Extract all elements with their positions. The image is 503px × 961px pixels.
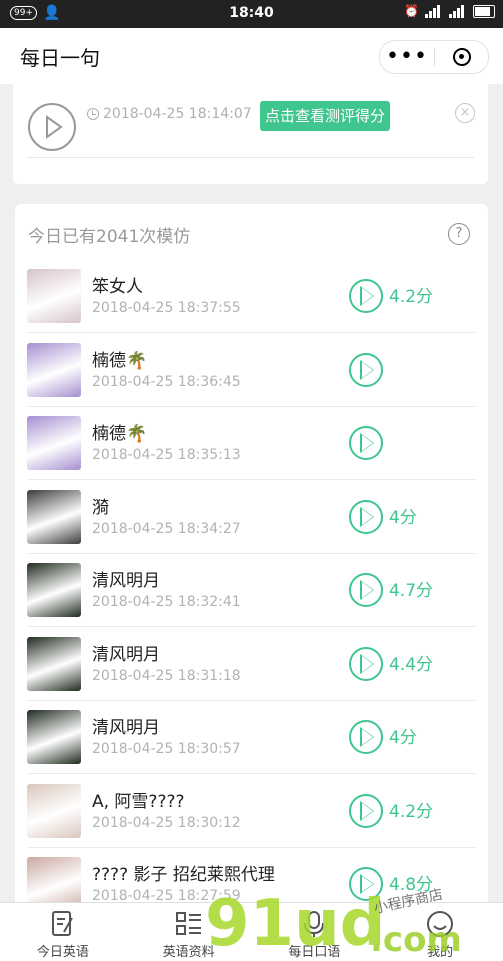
score-value: 4分 — [389, 728, 417, 748]
record-time: 2018-04-25 18:37:55 — [92, 300, 241, 316]
play-button[interactable] — [349, 867, 383, 901]
record-time: 2018-04-25 18:32:41 — [92, 594, 241, 610]
tab-bar: 今日英语 英语资料 每日口语 我的 — [0, 902, 503, 961]
list-item: 楠德🌴 2018-04-25 18:36:45 — [27, 334, 476, 407]
user-name: A, 阿雪???? — [92, 791, 185, 812]
score-value: 4.2分 — [389, 287, 434, 307]
tab-daily-speaking[interactable]: 每日口语 — [252, 903, 378, 961]
list-item: 楠德🌴 2018-04-25 18:35:13 — [27, 407, 476, 480]
avatar[interactable] — [27, 489, 81, 544]
user-name: 楠德🌴 — [92, 350, 148, 371]
record-time: 2018-04-25 18:30:57 — [92, 741, 241, 757]
view-score-button[interactable]: 点击查看测评得分 — [260, 101, 390, 131]
more-button[interactable]: ••• — [380, 46, 434, 68]
status-bar: 99+ 👤 18:40 ⏰ — [0, 0, 503, 28]
list-item: 清风明月 2018-04-25 18:32:41 4.7分 — [27, 554, 476, 627]
avatar[interactable] — [27, 636, 81, 691]
imitations-header: 今日已有2041次模仿 — [28, 227, 191, 247]
tab-mine[interactable]: 我的 — [377, 903, 503, 961]
list-item: A, 阿雪???? 2018-04-25 18:30:12 4.2分 — [27, 775, 476, 848]
document-edit-icon — [51, 911, 73, 936]
play-button[interactable] — [349, 279, 383, 313]
score-value: 4.8分 — [389, 875, 434, 895]
signal-icon-2 — [449, 4, 467, 18]
microphone-icon — [304, 911, 325, 937]
record-time: 2018-04-25 18:36:45 — [92, 373, 241, 390]
user-name: 清风明月 — [92, 644, 160, 665]
play-button[interactable] — [349, 646, 383, 681]
tab-label: 每日口语 — [288, 945, 341, 960]
play-button[interactable] — [349, 573, 383, 607]
list-item: 笨女人 2018-04-25 18:37:55 4.2分 — [27, 260, 476, 333]
divider — [27, 157, 474, 158]
record-time: 2018-04-25 18:30:12 — [92, 814, 241, 831]
close-button[interactable] — [435, 48, 488, 66]
imitations-card: 今日已有2041次模仿 ? 笨女人 2018-04-25 18:37:55 4.2分… — [15, 204, 488, 960]
attempt-timestamp: 2018-04-25 18:14:07 — [103, 106, 252, 122]
list-grid-icon — [175, 912, 201, 935]
status-right: ⏰ — [404, 4, 495, 18]
play-button[interactable] — [349, 793, 383, 828]
navigation-bar: 每日一句 ••• — [0, 28, 503, 84]
play-icon — [46, 115, 63, 139]
avatar[interactable] — [27, 269, 81, 323]
my-attempt-card: 2018-04-25 18:14:07 点击查看测评得分 × — [13, 84, 488, 184]
play-button[interactable] — [349, 720, 383, 754]
tab-label: 英语资料 — [162, 945, 215, 960]
list-item: 漪 2018-04-25 18:34:27 4分 — [27, 481, 476, 554]
record-time: 2018-04-25 18:35:13 — [92, 447, 241, 463]
play-button[interactable] — [349, 352, 383, 387]
score-value: 4.4分 — [389, 654, 434, 675]
record-time: 2018-04-25 18:34:27 — [92, 520, 241, 537]
attempt-meta: 2018-04-25 18:14:07 — [87, 106, 252, 122]
avatar[interactable] — [27, 563, 81, 617]
play-button[interactable] — [349, 426, 383, 460]
play-button[interactable] — [349, 499, 383, 534]
score-value: 4.2分 — [389, 801, 434, 822]
user-name: 笨女人 — [92, 277, 143, 297]
score-value: 4.7分 — [389, 581, 434, 601]
tab-label: 我的 — [427, 945, 454, 960]
target-icon — [452, 48, 471, 66]
mini-program-capsule: ••• — [379, 40, 489, 74]
user-name: 楠德🌴 — [92, 424, 148, 444]
avatar[interactable] — [27, 710, 81, 764]
tab-today-english[interactable]: 今日英语 — [0, 903, 126, 961]
list-item: 清风明月 2018-04-25 18:31:18 4.4分 — [27, 628, 476, 701]
alarm-icon: ⏰ — [404, 4, 419, 18]
avatar[interactable] — [27, 342, 81, 397]
user-name: 清风明月 — [92, 718, 160, 738]
signal-icon — [425, 4, 443, 18]
my-recording-play-button[interactable] — [28, 103, 76, 151]
avatar[interactable] — [27, 416, 81, 470]
user-name: ???? 影子 招纪莱熙代理 — [92, 865, 275, 885]
tab-english-materials[interactable]: 英语资料 — [126, 903, 252, 961]
clock-icon — [87, 108, 99, 120]
user-name: 漪 — [92, 497, 109, 518]
score-value: 4分 — [389, 507, 417, 528]
record-time: 2018-04-25 18:31:18 — [92, 667, 241, 684]
profile-icon — [427, 911, 454, 937]
help-icon[interactable]: ? — [448, 223, 470, 245]
avatar[interactable] — [27, 783, 81, 838]
user-name: 清风明月 — [92, 571, 160, 591]
battery-icon — [473, 4, 495, 18]
list-item: 清风明月 2018-04-25 18:30:57 4分 — [27, 701, 476, 774]
delete-attempt-button[interactable]: × — [455, 103, 475, 123]
tab-label: 今日英语 — [36, 945, 89, 960]
page-title: 每日一句 — [20, 46, 100, 70]
